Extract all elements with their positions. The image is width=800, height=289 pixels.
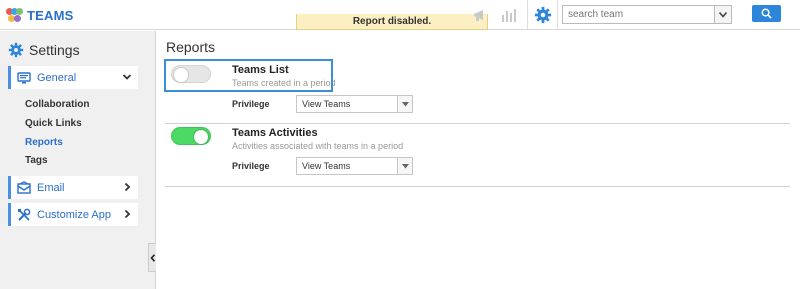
sidebar: Settings General Collaboration Quick Lin… bbox=[0, 31, 156, 289]
select-arrow bbox=[397, 158, 412, 174]
sidebar-item-collaboration[interactable]: Collaboration bbox=[25, 99, 89, 110]
search-field bbox=[562, 5, 732, 24]
privilege-select[interactable]: View Teams bbox=[296, 95, 413, 113]
brand[interactable]: TEAMS bbox=[6, 5, 74, 25]
toggle-knob bbox=[193, 129, 209, 145]
report-title: Teams Activities bbox=[232, 127, 318, 139]
search-dropdown-button[interactable] bbox=[714, 6, 731, 23]
privilege-label: Privilege bbox=[232, 161, 270, 171]
monitor-icon bbox=[17, 71, 31, 83]
sidebar-section-label: Email bbox=[37, 181, 65, 194]
sidebar-collapse-button[interactable] bbox=[148, 243, 156, 272]
chevron-right-icon bbox=[124, 209, 131, 219]
chevron-down-icon bbox=[122, 74, 132, 80]
gear-icon bbox=[8, 42, 24, 58]
bar-chart-icon[interactable] bbox=[499, 5, 519, 25]
privilege-select-value: View Teams bbox=[302, 161, 351, 171]
focus-highlight bbox=[164, 59, 333, 92]
sidebar-section-general[interactable]: General bbox=[8, 66, 138, 89]
privilege-select-value: View Teams bbox=[302, 99, 351, 109]
sidebar-item-quick-links[interactable]: Quick Links bbox=[25, 118, 82, 129]
row-divider bbox=[165, 186, 790, 187]
chevron-right-icon bbox=[124, 182, 131, 192]
teams-logo-icon bbox=[6, 7, 23, 23]
sidebar-heading: Settings bbox=[8, 42, 80, 58]
caret-down-icon bbox=[401, 163, 409, 168]
toast-message: Report disabled. bbox=[296, 14, 488, 30]
privilege-select[interactable]: View Teams bbox=[296, 157, 413, 175]
select-arrow bbox=[397, 96, 412, 112]
privilege-label: Privilege bbox=[232, 99, 270, 109]
megaphone-icon[interactable] bbox=[471, 5, 491, 25]
search-input[interactable] bbox=[563, 6, 711, 23]
caret-down-icon bbox=[401, 101, 409, 106]
sidebar-item-tags[interactable]: Tags bbox=[25, 155, 48, 166]
report-description: Activities associated with teams in a pe… bbox=[232, 141, 404, 151]
search-icon bbox=[761, 8, 772, 19]
sidebar-section-email[interactable]: Email bbox=[8, 176, 138, 199]
top-bar: TEAMS Report disabled. bbox=[0, 0, 800, 30]
envelope-icon bbox=[17, 180, 31, 194]
sidebar-item-reports[interactable]: Reports bbox=[25, 137, 63, 148]
app-title: TEAMS bbox=[27, 7, 74, 23]
tools-icon bbox=[18, 208, 31, 221]
sidebar-section-customize-app[interactable]: Customize App bbox=[8, 203, 138, 226]
report-toggle-teams-activities[interactable] bbox=[171, 127, 211, 145]
chevron-down-icon bbox=[719, 11, 727, 18]
sidebar-section-label: General bbox=[37, 71, 77, 84]
sidebar-section-label: Customize App bbox=[37, 208, 111, 221]
sidebar-heading-label: Settings bbox=[29, 42, 80, 58]
chevron-left-icon bbox=[149, 253, 155, 262]
search-button[interactable] bbox=[752, 5, 781, 22]
settings-button[interactable] bbox=[527, 0, 558, 30]
gear-icon bbox=[534, 6, 551, 24]
report-row-teams-activities: Teams Activities Activities associated w… bbox=[165, 124, 790, 184]
page-title: Reports bbox=[166, 39, 216, 55]
